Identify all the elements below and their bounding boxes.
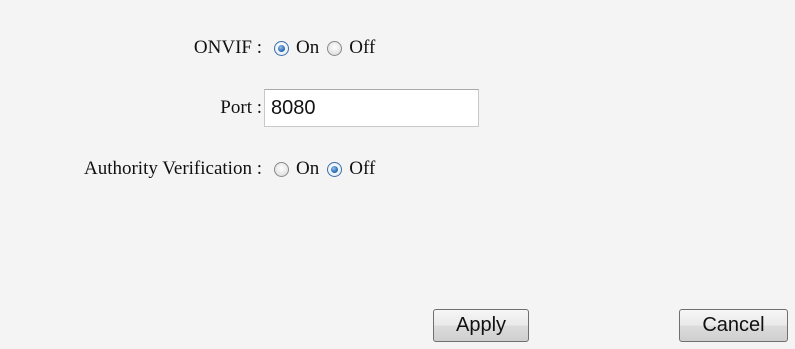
authority-on-label: On — [296, 158, 320, 179]
authority-verification-label: Authority Verification : — [83, 158, 262, 179]
authority-on-radio[interactable] — [274, 161, 289, 177]
onvif-on-label: On — [296, 37, 320, 58]
apply-button[interactable]: Apply — [433, 309, 529, 342]
onvif-off-radio[interactable] — [327, 40, 343, 56]
onvif-label: ONVIF : — [193, 37, 262, 58]
port-input[interactable] — [264, 89, 479, 127]
authority-off-option[interactable]: Off — [327, 157, 375, 181]
authority-off-label: Off — [349, 158, 376, 179]
authority-off-radio[interactable] — [327, 161, 343, 177]
onvif-on-option[interactable]: On — [274, 36, 319, 60]
onvif-off-label: Off — [349, 37, 376, 58]
authority-on-option[interactable]: On — [274, 157, 319, 181]
onvif-off-option[interactable]: Off — [327, 36, 375, 60]
onvif-on-radio[interactable] — [274, 40, 289, 56]
cancel-button[interactable]: Cancel — [679, 309, 788, 342]
authority-radio-group: On Off — [274, 157, 383, 181]
onvif-radio-group: On Off — [274, 36, 383, 60]
port-label: Port : — [220, 97, 262, 118]
